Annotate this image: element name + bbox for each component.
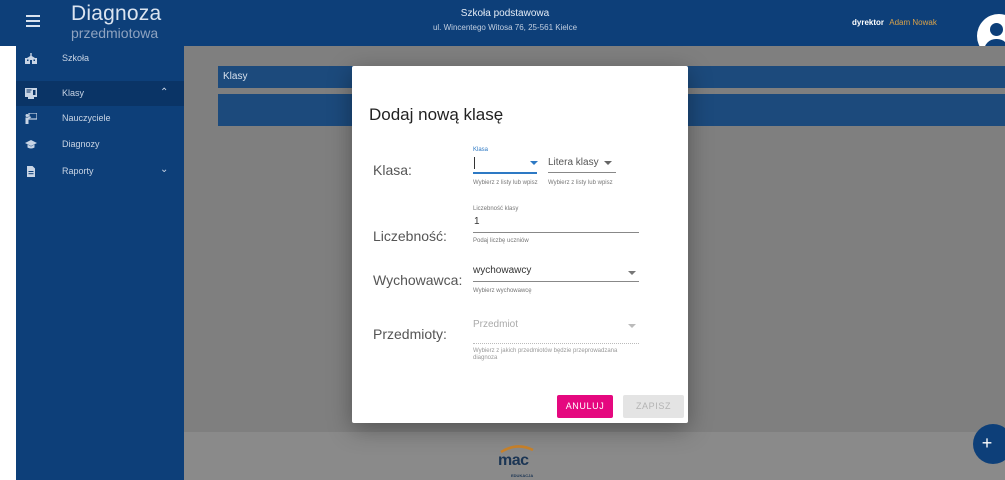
class-field-hint: Wybierz z listy lub wpisz [473, 180, 538, 186]
tutor-label: Wychowawca: [373, 272, 463, 288]
footer-brand-sub: EDUKACJA [511, 473, 534, 478]
subjects-label: Przedmioty: [373, 326, 447, 342]
user-info: dyrektor Adam Nowak [852, 18, 937, 27]
user-role: dyrektor [852, 18, 885, 27]
menu-icon[interactable] [26, 15, 40, 27]
logo-title: Diagnoza [71, 2, 162, 25]
tutor-field-hint: Wybierz wychowawcę [473, 288, 532, 294]
count-field-label: Liczebność klasy [473, 206, 519, 212]
cancel-button[interactable]: ANULUJ [557, 395, 613, 418]
tutor-field-underline [473, 281, 639, 282]
school-info: Szkoła podstawowa ul. Wincentego Witosa … [240, 8, 770, 34]
sidebar-item-klasy[interactable]: Klasy ⌃ [16, 81, 184, 106]
sidebar-item-label: Szkoła [62, 53, 90, 63]
add-button[interactable]: + [973, 424, 1005, 464]
footer-brand: mac [498, 452, 529, 469]
class-field-input[interactable] [474, 157, 475, 169]
class-dropdown-icon[interactable] [530, 161, 538, 165]
letter-field-underline [548, 172, 616, 173]
document-icon [27, 166, 35, 177]
klasa-label: Klasa: [373, 162, 412, 178]
count-field-underline [473, 232, 639, 233]
tutor-select[interactable]: wychowawcy [473, 265, 531, 277]
sidebar-item-label: Nauczyciele [62, 113, 111, 123]
section-title: Klasy [223, 71, 248, 82]
dialog-title: Dodaj nową klasę [369, 105, 504, 124]
class-field-underline [473, 172, 537, 174]
add-class-dialog: Dodaj nową klasę Klasa: Klasa Wybierz z … [352, 66, 688, 423]
graduation-cap-icon [25, 140, 37, 149]
footer: mac EDUKACJA [184, 432, 1005, 480]
sidebar-item-diagnozy[interactable]: Diagnozy [16, 132, 184, 157]
letter-field-hint: Wybierz z listy lub wpisz [548, 180, 613, 186]
app-window: Diagnoza przedmiotowa Szkoła podstawowa … [0, 0, 1005, 480]
sidebar-item-label: Diagnozy [62, 139, 100, 149]
mac-logo: mac EDUKACJA [496, 444, 542, 480]
letter-select[interactable]: Litera klasy [548, 157, 599, 169]
top-header: Diagnoza przedmiotowa Szkoła podstawowa … [0, 0, 1005, 58]
subjects-dropdown-icon[interactable] [628, 324, 636, 328]
chevron-up-icon: ⌃ [160, 87, 169, 98]
chevron-down-icon: ⌄ [160, 164, 169, 175]
tutor-dropdown-icon[interactable] [628, 271, 636, 275]
count-label: Liczebność: [373, 228, 447, 244]
count-input[interactable]: 1 [474, 216, 480, 228]
school-name: Szkoła podstawowa [460, 8, 550, 19]
subjects-field-underline [473, 343, 639, 345]
subjects-field-hint: Wybierz z jakich przedmiotów będzie prze… [473, 348, 618, 361]
letter-dropdown-icon[interactable] [604, 161, 612, 165]
sidebar-item-label: Klasy [62, 88, 85, 98]
sidebar-item-raporty[interactable]: Raporty ⌄ [16, 159, 184, 184]
logo-subtitle: przedmiotowa [71, 25, 159, 41]
class-field-label: Klasa [473, 147, 489, 153]
school-address: ul. Wincentego Witosa 76, 25-561 Kielce [432, 23, 578, 32]
teacher-icon [25, 113, 37, 124]
sidebar: Szkoła Klasy ⌃ Nauczyciele Diagnozy Rapo… [16, 46, 184, 480]
school-icon [25, 53, 37, 64]
subjects-select[interactable]: Przedmiot [473, 319, 518, 331]
sidebar-item-label: Raporty [62, 166, 94, 176]
save-button[interactable]: ZAPISZ [623, 395, 684, 418]
sidebar-item-nauczyciele[interactable]: Nauczyciele [16, 106, 184, 131]
sidebar-item-szkola[interactable]: Szkoła [16, 46, 184, 71]
user-name: Adam Nowak [889, 18, 937, 27]
classroom-icon [25, 88, 37, 99]
count-field-hint: Podaj liczbę uczniów [473, 238, 529, 244]
